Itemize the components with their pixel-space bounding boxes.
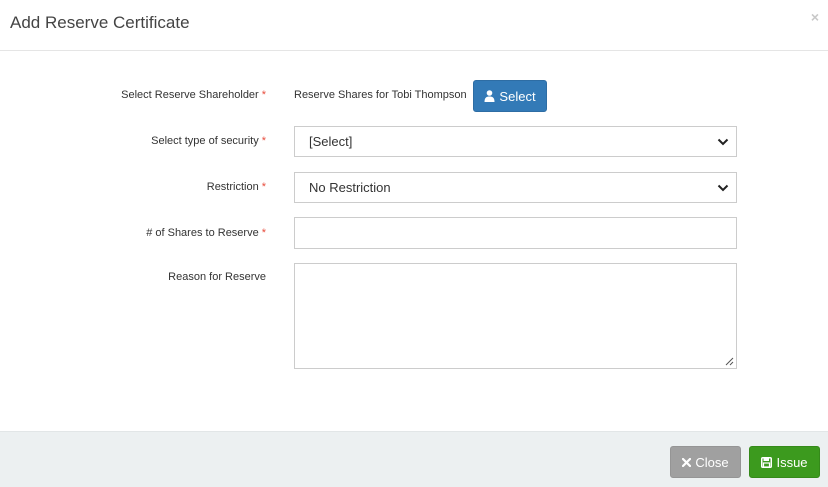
modal-title: Add Reserve Certificate — [10, 13, 190, 32]
restriction-value: No Restriction — [309, 180, 391, 195]
restriction-label-text: Restriction — [206, 181, 259, 193]
restriction-select[interactable]: No Restriction — [294, 172, 737, 203]
security-type-value: [Select] — [309, 134, 353, 149]
security-type-label: Select type of security * — [151, 135, 266, 147]
shareholder-label: Select Reserve Shareholder * — [121, 89, 266, 101]
close-button[interactable]: Close — [670, 446, 741, 478]
reason-textarea[interactable] — [294, 263, 737, 369]
resize-handle-icon[interactable] — [724, 356, 734, 366]
issue-button-label: Issue — [776, 454, 808, 470]
shareholder-label-text: Select Reserve Shareholder — [121, 89, 259, 101]
modal-header: Add Reserve Certificate × — [0, 0, 828, 51]
security-type-label-text: Select type of security — [151, 135, 259, 147]
required-mark: * — [261, 227, 266, 239]
required-mark: * — [261, 181, 266, 193]
modal-close-icon[interactable]: × — [811, 10, 819, 24]
restriction-label: Restriction * — [207, 181, 266, 193]
shares-input[interactable] — [294, 217, 737, 249]
required-mark: * — [261, 135, 266, 147]
select-shareholder-button[interactable]: Select — [473, 80, 547, 112]
times-icon — [682, 457, 692, 467]
chevron-down-icon — [717, 138, 729, 146]
shareholder-value: Reserve Shares for Tobi Thompson — [294, 89, 467, 101]
chevron-down-icon — [717, 184, 729, 192]
shares-label-text: # of Shares to Reserve — [146, 227, 259, 239]
close-button-label: Close — [695, 454, 729, 470]
shares-label: # of Shares to Reserve * — [146, 227, 266, 239]
required-mark: * — [261, 89, 266, 101]
user-icon — [484, 90, 495, 102]
reason-label: Reason for Reserve — [168, 271, 266, 283]
select-button-label: Select — [499, 88, 536, 104]
issue-button[interactable]: Issue — [749, 446, 820, 478]
security-type-select[interactable]: [Select] — [294, 126, 737, 157]
save-icon — [761, 456, 773, 468]
